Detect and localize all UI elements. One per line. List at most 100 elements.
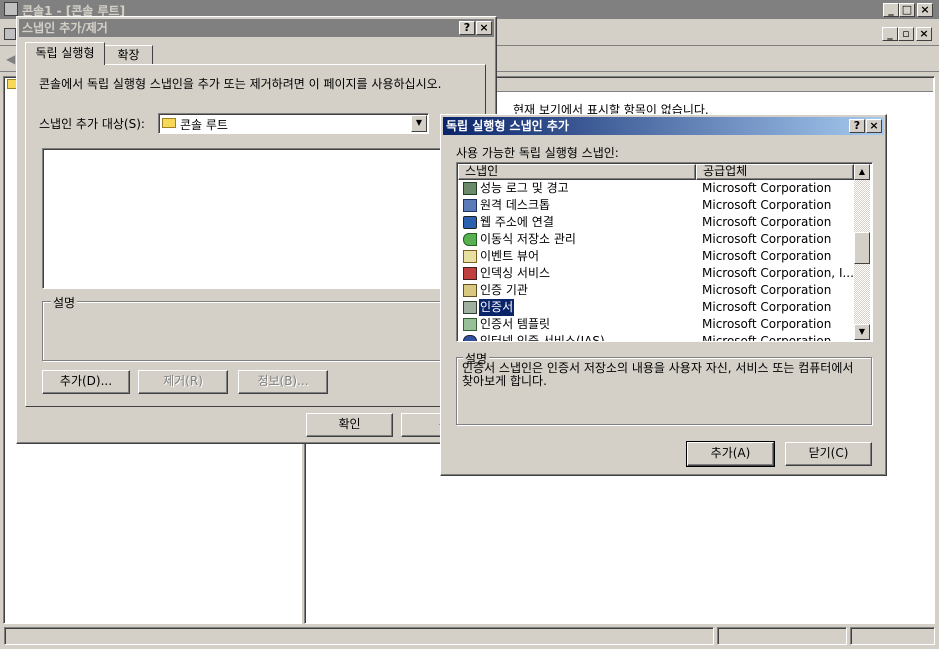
snapin-name: 원격 데스크톱 [480,198,551,212]
minimize-button[interactable]: _ [883,3,899,17]
list-item-selected[interactable]: 인증서 Microsoft Corporation [458,298,854,317]
maximize-button[interactable]: □ [899,3,915,17]
certificate-templates-icon [463,318,477,331]
combobox-dropdown-button[interactable]: ▼ [411,115,427,132]
doc-minimize-button[interactable]: _ [882,27,898,41]
snapin-name: 인증서 [477,298,516,317]
snapin-vendor: Microsoft Corporation [702,334,832,342]
snapin-vendor: Microsoft Corporation [702,249,832,263]
status-pane-3 [850,627,935,645]
snapin-rows: 성능 로그 및 경고 Microsoft Corporation 원격 데스크톱… [458,180,854,341]
performance-icon [463,182,477,195]
addremove-description-group: 설명 [42,294,482,361]
indexing-icon [463,267,477,280]
standalone-dialog: 독립 실행형 스냅인 추가 ? × 사용 가능한 독립 실행형 스냅인: 스냅인… [440,114,887,476]
list-item[interactable]: 웹 주소에 연결 Microsoft Corporation [458,214,854,231]
snapin-vendor: Microsoft Corporation [702,232,832,246]
addremove-title-bar: 스냅인 추가/제거 [19,19,494,37]
about-snapin-button[interactable]: 정보(B)... [238,370,328,394]
event-viewer-icon [463,250,477,263]
list-item[interactable]: 인증 기관 Microsoft Corporation [458,282,854,299]
list-item[interactable]: 인터넷 인증 서비스(IAS) Microsoft Corporation [458,333,854,342]
standalone-close-button[interactable]: × [866,119,882,133]
tab-standalone-label: 독립 실행형 [35,46,95,60]
standalone-title-bar: 독립 실행형 스냅인 추가 [443,117,884,135]
snapin-listbox[interactable] [42,148,482,289]
snapin-vendor: Microsoft Corporation [702,215,832,229]
tab-standalone[interactable]: 독립 실행형 [25,42,105,65]
column-header-snapin-label: 스냅인 [465,164,499,178]
column-header-snapin[interactable]: 스냅인 [458,164,696,180]
scroll-thumb[interactable] [854,232,870,264]
column-header-vendor-label: 공급업체 [703,164,748,178]
status-pane-1 [4,627,714,645]
snapin-list[interactable]: 스냅인 공급업체 성능 로그 및 경고 Microsoft Corporatio… [456,162,873,342]
snapin-name: 이동식 저장소 관리 [480,232,576,246]
ok-button[interactable]: 확인 [306,413,393,437]
ias-icon [463,335,477,341]
list-item[interactable]: 원격 데스크톱 Microsoft Corporation [458,197,854,214]
list-item[interactable]: 이동식 저장소 관리 Microsoft Corporation [458,231,854,248]
remove-snapin-button-label: 제거(R) [163,374,203,388]
certificate-authority-icon [463,284,477,297]
snapin-name: 인증 기관 [480,283,528,297]
addremove-intro-text: 콘솔에서 독립 실행형 스냅인을 추가 또는 제거하려면 이 페이지를 사용하십… [39,77,442,91]
status-pane-2 [717,627,847,645]
close-dialog-button-label: 닫기(C) [808,446,849,460]
available-snapins-label: 사용 가능한 독립 실행형 스냅인: [456,146,619,160]
snapin-vendor: Microsoft Corporation [702,317,832,331]
tab-extensions-label: 확장 [117,48,140,62]
addremove-help-button[interactable]: ? [459,21,475,35]
list-item[interactable]: 성능 로그 및 경고 Microsoft Corporation [458,180,854,197]
snapin-name: 인덱싱 서비스 [480,266,551,280]
close-button[interactable]: × [917,3,933,17]
scroll-up-arrow-icon[interactable]: ▲ [854,164,870,180]
add-button[interactable]: 추가(A) [686,441,775,467]
list-scrollbar[interactable]: ▲ ▼ [854,164,870,340]
removable-storage-icon [463,233,477,246]
certificates-icon [463,301,477,314]
snapin-vendor: Microsoft Corporation [702,181,832,195]
list-item[interactable]: 이벤트 뷰어 Microsoft Corporation [458,248,854,265]
list-item[interactable]: 인증서 템플릿 Microsoft Corporation [458,316,854,333]
console-root-folder-icon [162,118,176,128]
scroll-down-arrow-icon[interactable]: ▼ [854,324,870,340]
snapin-vendor: Microsoft Corporation [702,300,832,314]
doc-restore-button[interactable]: ▫ [898,27,914,41]
snapin-name: 인증서 템플릿 [480,317,551,331]
add-to-combobox[interactable]: 콘솔 루트 ▼ [158,113,429,134]
snapin-list-header: 스냅인 공급업체 [458,164,854,180]
remove-snapin-button[interactable]: 제거(R) [138,370,228,394]
ok-button-label: 확인 [338,417,361,431]
snapin-name: 인터넷 인증 서비스(IAS) [480,334,605,342]
back-arrow-icon[interactable]: ◀ [6,52,15,66]
tab-extensions[interactable]: 확장 [105,45,153,64]
addremove-close-button[interactable]: × [476,21,492,35]
addremove-description-label: 설명 [51,294,78,311]
add-button-label: 추가(A) [710,446,751,460]
add-to-value: 콘솔 루트 [180,118,228,132]
standalone-description-text: 인증서 스냅인은 인증서 저장소의 내용을 사용자 자신, 서비스 또는 컴퓨터… [462,361,854,388]
add-to-label: 스냅인 추가 대상(S): [39,117,145,131]
snapin-name: 웹 주소에 연결 [480,215,554,229]
status-bar [0,627,939,649]
snapin-name: 성능 로그 및 경고 [480,181,569,195]
mmc-app-icon [4,2,18,16]
snapin-vendor: Microsoft Corporation [702,198,832,212]
list-item[interactable]: 인덱싱 서비스 Microsoft Corporation, I... [458,265,854,282]
web-link-icon [463,216,477,229]
standalone-description-group: 설명 인증서 스냅인은 인증서 저장소의 내용을 사용자 자신, 서비스 또는 … [456,350,872,425]
close-dialog-button[interactable]: 닫기(C) [785,442,872,466]
about-snapin-button-label: 정보(B)... [257,374,309,388]
addremove-title: 스냅인 추가/제거 [22,21,108,35]
snapin-name: 이벤트 뷰어 [480,249,540,263]
standalone-help-button[interactable]: ? [849,119,865,133]
add-snapin-button-label: 추가(D)... [59,374,113,388]
standalone-title: 독립 실행형 스냅인 추가 [446,119,569,133]
doc-close-button[interactable]: × [916,27,932,41]
add-snapin-button[interactable]: 추가(D)... [42,370,130,394]
console-icon [4,28,16,40]
column-header-vendor[interactable]: 공급업체 [696,164,854,180]
snapin-vendor: Microsoft Corporation, I... [702,266,854,280]
snapin-vendor: Microsoft Corporation [702,283,832,297]
